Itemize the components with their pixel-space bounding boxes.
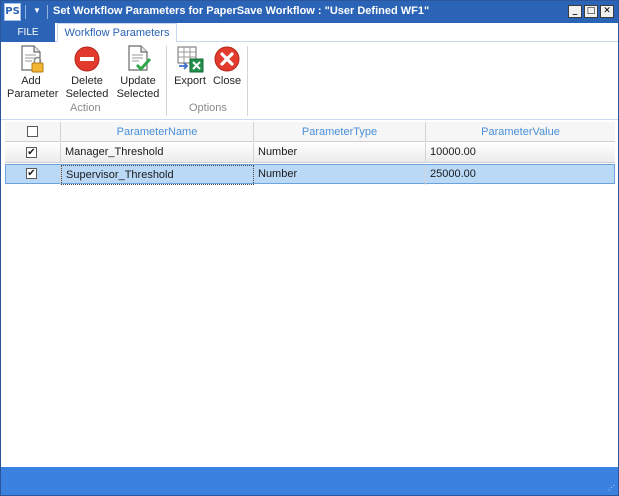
row-checkbox[interactable]: ✔ bbox=[26, 168, 37, 179]
row-select-cell: ✔ bbox=[6, 165, 61, 185]
qat-separator bbox=[47, 5, 48, 19]
update-selected-label-1: Update bbox=[120, 75, 156, 87]
export-button[interactable]: Export bbox=[171, 44, 209, 88]
delete-selected-label-1: Delete bbox=[71, 75, 103, 87]
add-parameter-label-2: Parameter bbox=[7, 88, 59, 100]
maximize-button[interactable]: □ bbox=[584, 5, 598, 18]
select-all-checkbox[interactable] bbox=[27, 126, 38, 137]
workflow-parameters-window: PS ▼ Set Workflow Parameters for PaperSa… bbox=[0, 0, 619, 496]
export-label: Export bbox=[174, 75, 206, 87]
delete-selected-label-2: Selected bbox=[65, 88, 109, 100]
close-window-button[interactable]: ✕ bbox=[600, 5, 614, 18]
ribbon-group-separator bbox=[166, 46, 167, 116]
window-title: Set Workflow Parameters for PaperSave Wo… bbox=[53, 5, 430, 17]
row-select-cell: ✔ bbox=[5, 143, 61, 163]
column-header-parameter-name[interactable]: ParameterName bbox=[61, 122, 254, 142]
parameter-type-cell[interactable]: Number bbox=[254, 165, 426, 185]
title-bar: PS ▼ Set Workflow Parameters for PaperSa… bbox=[1, 1, 618, 23]
add-parameter-label-1: Add bbox=[21, 75, 41, 87]
row-checkbox[interactable]: ✔ bbox=[26, 147, 37, 158]
status-bar: ⋰ bbox=[1, 467, 618, 495]
close-button[interactable]: Close bbox=[211, 44, 243, 88]
tab-workflow-parameters[interactable]: Workflow Parameters bbox=[57, 23, 177, 43]
parameter-name-cell[interactable]: Supervisor_Threshold bbox=[61, 165, 254, 185]
delete-minus-icon bbox=[72, 44, 102, 74]
parameter-value-cell[interactable]: 10000.00 bbox=[426, 143, 615, 163]
tab-file[interactable]: FILE bbox=[1, 23, 55, 42]
parameters-grid: ParameterName ParameterType ParameterVal… bbox=[5, 122, 615, 466]
app-icon[interactable]: PS bbox=[4, 3, 21, 21]
qat-separator bbox=[25, 5, 26, 19]
grid-header: ParameterName ParameterType ParameterVal… bbox=[5, 122, 615, 142]
export-excel-icon bbox=[175, 44, 205, 74]
group-label-action: Action bbox=[70, 102, 101, 114]
ribbon: Add Parameter Delete Selected Update Sel… bbox=[1, 42, 618, 120]
delete-selected-button[interactable]: Delete Selected bbox=[64, 44, 110, 101]
group-label-options: Options bbox=[189, 102, 227, 114]
parameter-value-cell[interactable]: 25000.00 bbox=[426, 165, 614, 185]
table-row[interactable]: ✔ Manager_Threshold Number 10000.00 bbox=[5, 143, 615, 163]
parameter-name-cell[interactable]: Manager_Threshold bbox=[61, 143, 254, 163]
ribbon-group-separator bbox=[247, 46, 248, 116]
update-selected-label-2: Selected bbox=[116, 88, 160, 100]
column-header-parameter-value[interactable]: ParameterValue bbox=[426, 122, 615, 142]
minimize-button[interactable]: _ bbox=[568, 5, 582, 18]
select-all-header bbox=[5, 122, 61, 142]
add-document-lock-icon bbox=[16, 44, 46, 74]
ribbon-tab-row: FILE Workflow Parameters bbox=[1, 23, 618, 43]
window-controls: _ □ ✕ bbox=[568, 5, 614, 18]
column-header-parameter-type[interactable]: ParameterType bbox=[254, 122, 426, 142]
update-selected-button[interactable]: Update Selected bbox=[115, 44, 161, 101]
parameter-type-cell[interactable]: Number bbox=[254, 143, 426, 163]
update-document-check-icon bbox=[123, 44, 153, 74]
table-row-selected[interactable]: ✔ Supervisor_Threshold Number 25000.00 bbox=[5, 164, 615, 185]
quick-access-dropdown-icon[interactable]: ▼ bbox=[31, 4, 43, 18]
close-label: Close bbox=[212, 75, 242, 87]
add-parameter-button[interactable]: Add Parameter bbox=[7, 44, 59, 101]
close-x-icon bbox=[212, 44, 242, 74]
resize-grip-icon[interactable]: ⋰ bbox=[608, 485, 616, 493]
